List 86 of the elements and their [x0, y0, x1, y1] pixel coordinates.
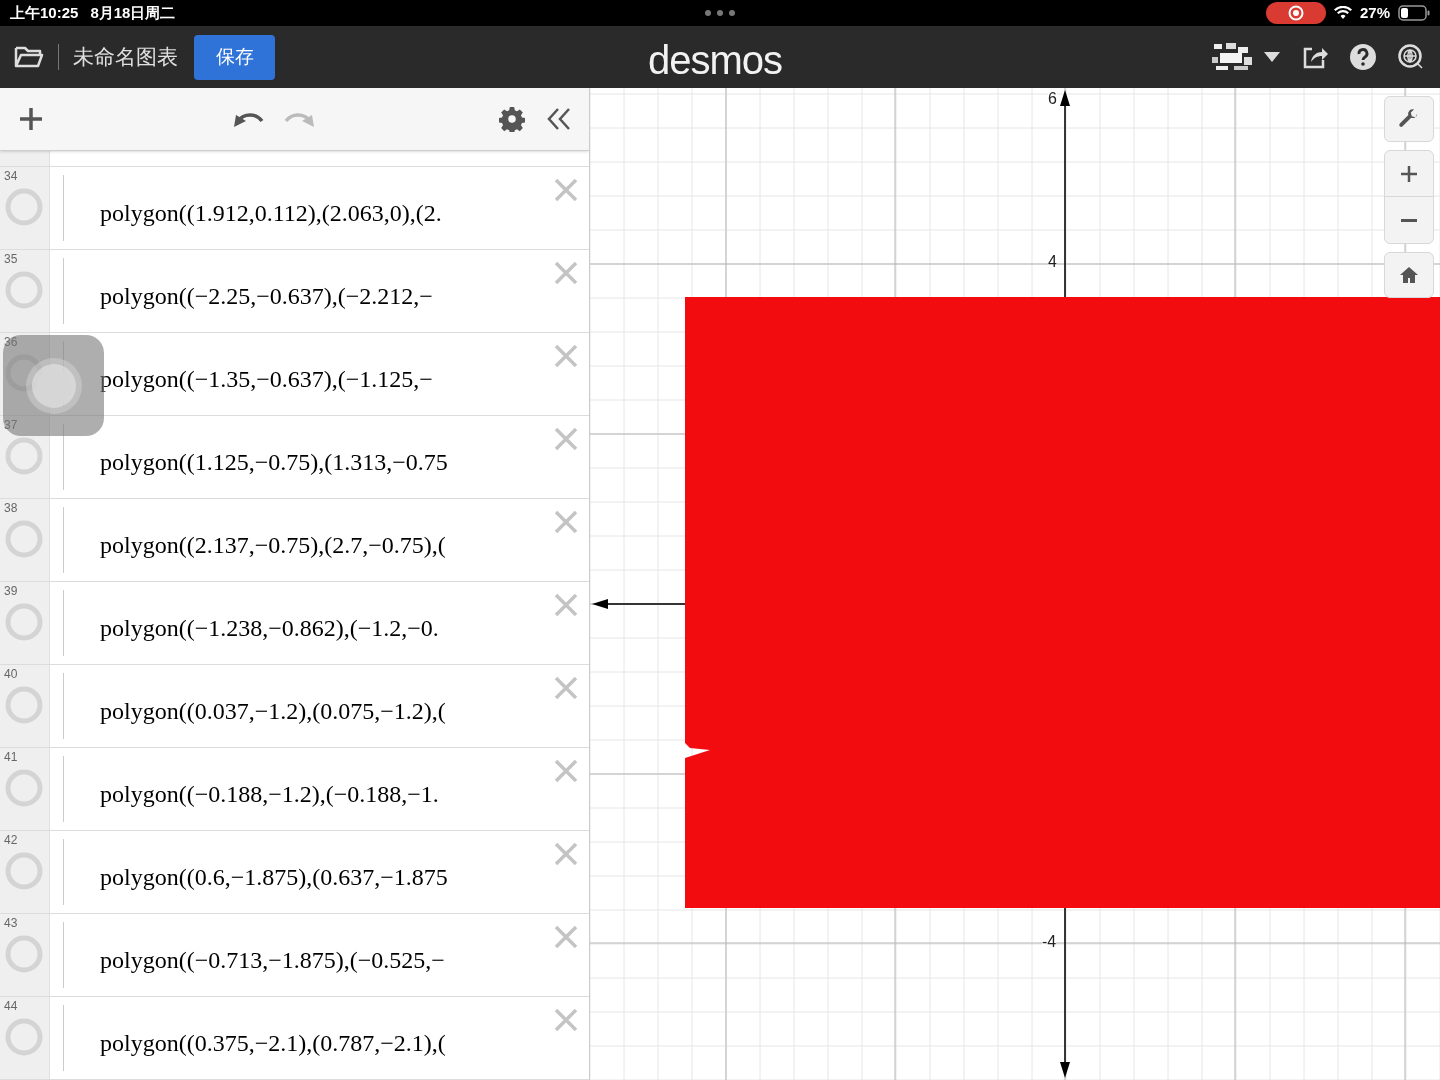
minus-icon — [1400, 218, 1418, 222]
home-button[interactable] — [1384, 252, 1434, 298]
expression-text[interactable]: polygon((1.912,0.112),(2.063,0),(2. — [100, 195, 442, 232]
line-number: 34 — [4, 169, 19, 184]
status-time: 上午10:25 — [10, 2, 79, 23]
account-dropdown-button[interactable] — [1264, 52, 1280, 62]
delete-button[interactable] — [553, 343, 579, 370]
settings-wrench-button[interactable] — [1384, 96, 1434, 142]
status-date: 8月18日周二 — [90, 2, 176, 23]
double-chevron-left-icon — [547, 107, 571, 132]
share-icon — [1302, 45, 1328, 69]
expression-text[interactable]: polygon((0.037,−1.2),(0.075,−1.2),( — [100, 693, 446, 730]
circle-icon[interactable] — [4, 768, 44, 809]
wifi-icon — [1333, 6, 1352, 20]
close-icon — [553, 1007, 579, 1034]
delete-button[interactable] — [553, 924, 579, 951]
globe-icon — [1398, 44, 1424, 70]
delete-button[interactable] — [553, 758, 579, 785]
graph-title[interactable]: 未命名图表 — [73, 41, 178, 73]
line-number: 41 — [4, 750, 19, 765]
delete-button[interactable] — [553, 260, 579, 287]
battery-percentage: 27% — [1359, 2, 1390, 23]
line-number: 35 — [4, 252, 19, 267]
expression-text[interactable]: polygon((−2.25,−0.637),(−2.212,− — [100, 278, 433, 315]
line-number: 37 — [4, 418, 19, 433]
expression-text[interactable]: polygon((1.125,−0.75),(1.313,−0.75 — [100, 444, 448, 481]
delete-button[interactable] — [553, 177, 579, 204]
circle-icon[interactable] — [4, 353, 44, 394]
line-number: 36 — [4, 335, 19, 350]
close-icon — [553, 343, 579, 370]
line-number: 44 — [4, 999, 19, 1014]
circle-icon[interactable] — [4, 685, 44, 726]
circle-icon[interactable] — [4, 270, 44, 311]
expression-text[interactable]: polygon((−0.713,−1.875),(−0.525,− — [100, 942, 445, 979]
expression-text[interactable]: polygon((−1.35,−0.637),(−1.125,− — [100, 361, 433, 398]
line-number: 40 — [4, 667, 19, 682]
delete-button[interactable] — [553, 675, 579, 702]
settings-icon — [499, 106, 525, 133]
circle-icon[interactable] — [4, 187, 44, 228]
expression-text[interactable]: polygon((0.6,−1.875),(0.637,−1.875 — [100, 859, 448, 896]
circle-icon[interactable] — [4, 602, 44, 643]
share-button[interactable] — [1302, 45, 1328, 69]
folder-icon — [14, 45, 44, 69]
wrench-icon — [1398, 108, 1420, 130]
add-item-button[interactable] — [18, 106, 44, 133]
close-icon — [553, 426, 579, 453]
battery-icon — [1398, 5, 1430, 21]
expression-text[interactable]: polygon((0.375,−2.1),(0.787,−2.1),( — [100, 1025, 446, 1062]
help-button[interactable] — [1350, 44, 1376, 70]
line-number: 42 — [4, 833, 19, 848]
more-dots-icon — [704, 9, 736, 17]
language-button[interactable] — [1398, 44, 1424, 70]
save-button[interactable]: 保存 — [194, 34, 275, 80]
delete-button[interactable] — [553, 1007, 579, 1034]
close-icon — [553, 675, 579, 702]
plus-icon — [18, 106, 44, 133]
circle-icon[interactable] — [4, 519, 44, 560]
close-icon — [553, 260, 579, 287]
plus-icon — [1400, 164, 1418, 183]
close-icon — [553, 924, 579, 951]
line-number: 43 — [4, 916, 19, 931]
line-number: 39 — [4, 584, 19, 599]
delete-button[interactable] — [553, 426, 579, 453]
delete-button[interactable] — [553, 592, 579, 619]
help-icon — [1350, 44, 1376, 70]
circle-icon[interactable] — [4, 436, 44, 477]
circle-icon[interactable] — [4, 1017, 44, 1058]
home-icon — [1399, 265, 1419, 285]
close-icon — [553, 177, 579, 204]
expression-text[interactable]: polygon((−0.188,−1.2),(−0.188,−1. — [100, 776, 439, 813]
recording-indicator-icon — [1265, 2, 1326, 24]
close-icon — [553, 758, 579, 785]
circle-icon[interactable] — [4, 934, 44, 975]
caret-down-icon — [1264, 52, 1280, 62]
delete-button[interactable] — [553, 509, 579, 536]
collapse-panel-button[interactable] — [547, 107, 571, 132]
settings-button[interactable] — [499, 106, 525, 133]
expression-text[interactable]: polygon((−1.238,−0.862),(−1.2,−0. — [100, 610, 439, 647]
close-icon — [553, 592, 579, 619]
close-icon — [553, 841, 579, 868]
circle-icon[interactable] — [4, 851, 44, 892]
close-icon — [553, 509, 579, 536]
expression-text[interactable]: polygon((2.137,−0.75),(2.7,−0.75),( — [100, 527, 446, 564]
delete-button[interactable] — [553, 841, 579, 868]
desmos-logo: desmos — [648, 37, 783, 84]
line-number: 38 — [4, 501, 19, 516]
